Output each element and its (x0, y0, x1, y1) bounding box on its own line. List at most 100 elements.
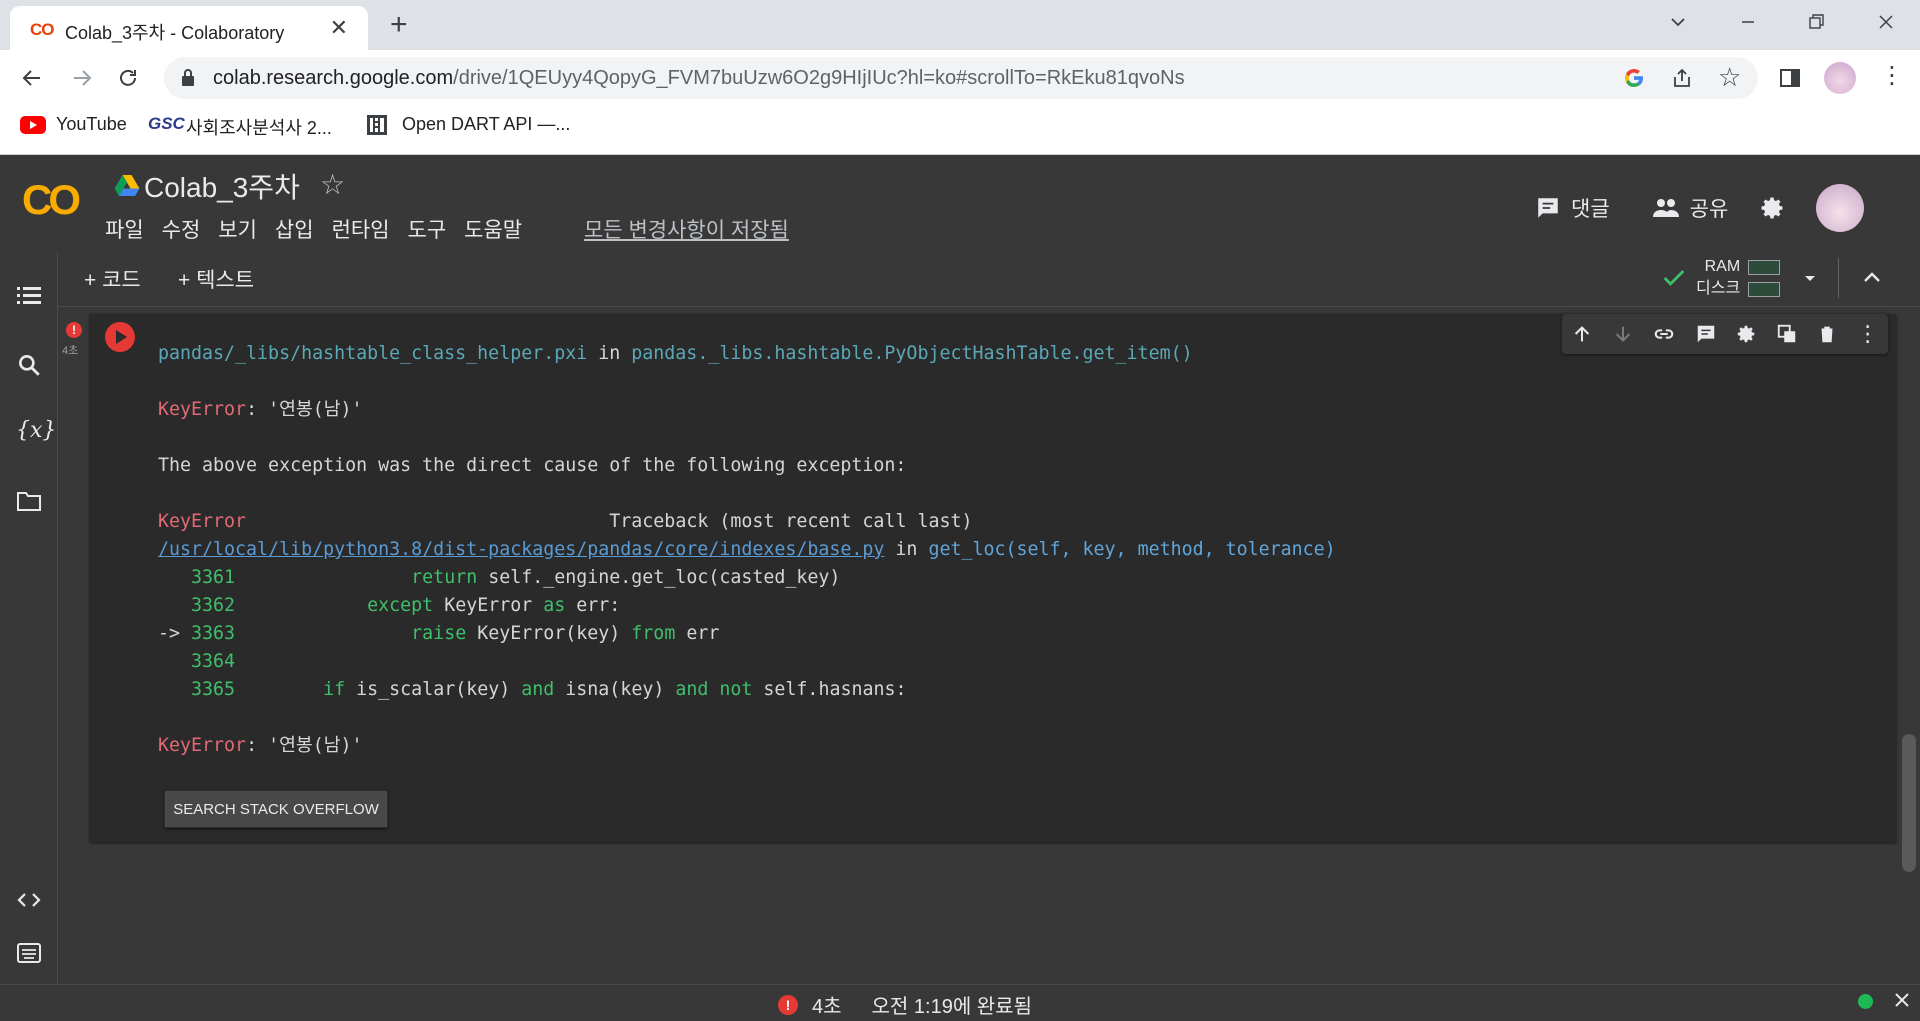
connection-status-dot (1858, 994, 1873, 1009)
colab-favicon-icon: CO (30, 20, 54, 39)
cell-settings-gear-icon[interactable] (1735, 323, 1757, 345)
variables-icon[interactable]: {𝑥} (16, 418, 56, 443)
menu-bar: 파일 수정 보기 삽입 런타임 도구 도움말 (105, 214, 522, 244)
search-icon[interactable] (16, 352, 42, 378)
ram-bar (1748, 259, 1781, 275)
minimize-button[interactable] (1738, 12, 1758, 32)
comment-label: 댓글 (1571, 198, 1610, 221)
menu-file[interactable]: 파일 (105, 214, 144, 244)
traceback-source-path: pandas/_libs/hashtable_class_helper.pxi (158, 343, 588, 364)
share-button[interactable]: 공유 (1652, 193, 1728, 223)
menu-view[interactable]: 보기 (218, 214, 257, 244)
bookmark-star-icon[interactable]: ☆ (1718, 64, 1741, 90)
resources-indicator[interactable]: RAM 디스크 (1696, 256, 1781, 300)
bookmark-youtube[interactable]: YouTube (56, 114, 127, 135)
move-down-arrow-icon[interactable] (1612, 323, 1634, 345)
status-duration: 4초 (812, 996, 842, 1018)
profile-avatar[interactable] (1824, 62, 1856, 94)
move-up-arrow-icon[interactable] (1571, 323, 1593, 345)
add-text-button[interactable]: + 텍스트 (178, 264, 254, 294)
code-text: self.hasnans: (752, 679, 907, 700)
menu-insert[interactable]: 삽입 (275, 214, 314, 244)
folder-icon[interactable] (16, 490, 42, 512)
code-keyword: if (323, 679, 346, 700)
tab-search-chevron-icon[interactable] (1668, 12, 1688, 32)
more-options-icon[interactable]: ⋮ (1857, 321, 1879, 347)
bookmark-open-dart[interactable]: Open DART API —... (402, 114, 570, 135)
url-host: colab.research.google.com (213, 67, 454, 89)
code-snippets-icon[interactable] (16, 890, 42, 910)
code-keyword: as (543, 595, 566, 616)
url-text[interactable]: colab.research.google.com/drive/1QEUyy4Q… (213, 67, 1185, 90)
star-notebook-icon[interactable]: ☆ (320, 168, 345, 201)
traceback-source-func: pandas._libs.hashtable.PyObjectHashTable… (631, 343, 1193, 364)
bookmark-gsc[interactable]: 사회조사분석사 2... (186, 114, 332, 140)
settings-gear-icon[interactable] (1758, 194, 1786, 222)
notebook-title[interactable]: Colab_3주차 (144, 166, 300, 206)
lock-icon[interactable] (180, 68, 196, 88)
menu-runtime[interactable]: 런타임 (332, 214, 390, 244)
google-icon[interactable] (1622, 66, 1646, 90)
people-icon (1652, 197, 1680, 219)
restore-button[interactable] (1806, 12, 1826, 32)
forward-arrow-icon[interactable] (70, 66, 94, 90)
comment-button[interactable]: 댓글 (1535, 193, 1610, 223)
cell-toolbar: ⋮ (1562, 314, 1888, 354)
line-number: 3363 (191, 623, 236, 644)
connected-check-icon (1660, 264, 1688, 292)
menu-edit[interactable]: 수정 (162, 214, 201, 244)
line-arrow (158, 679, 191, 700)
close-status-icon[interactable] (1892, 990, 1912, 1010)
cell-exec-time: 4초 (62, 345, 79, 357)
keyerror-message-2: : '연봉(남)' (246, 735, 363, 756)
notebook-scrollbar[interactable] (1902, 734, 1916, 872)
code-text: isna(key) (554, 679, 676, 700)
save-status-link[interactable]: 모든 변경사항이 저장됨 (584, 214, 789, 244)
line-number: 3364 (191, 651, 236, 672)
collapse-header-chevron-icon[interactable] (1860, 266, 1884, 290)
source-file-link[interactable]: /usr/local/lib/python3.8/dist-packages/p… (158, 539, 884, 560)
run-cell-button[interactable] (105, 322, 135, 352)
keyerror-label: KeyError (158, 399, 247, 420)
dart-icon (366, 114, 388, 136)
line-arrow: -> (158, 623, 192, 644)
share-page-icon[interactable] (1670, 66, 1694, 90)
new-tab-button[interactable]: + (390, 10, 408, 40)
back-arrow-icon[interactable] (20, 66, 44, 90)
delete-cell-icon[interactable] (1816, 323, 1838, 345)
code-keyword: from (631, 623, 676, 644)
colab-logo[interactable]: CO (22, 176, 81, 224)
add-comment-icon[interactable] (1695, 323, 1717, 345)
search-stack-overflow-button[interactable]: SEARCH STACK OVERFLOW (164, 790, 388, 828)
link-icon[interactable] (1652, 323, 1676, 345)
menu-help[interactable]: 도움말 (464, 214, 522, 244)
side-panel-icon[interactable] (1778, 66, 1802, 90)
code-text: self._engine.get_loc(casted_key) (477, 567, 841, 588)
mirror-cell-icon[interactable] (1776, 323, 1798, 345)
command-palette-icon[interactable] (16, 942, 42, 964)
gsc-icon: GSC (148, 114, 185, 133)
menu-tools[interactable]: 도구 (408, 214, 447, 244)
add-code-button[interactable]: + 코드 (84, 264, 141, 294)
code-keyword: except (367, 595, 434, 616)
source-func: get_loc(self, key, method, tolerance) (928, 539, 1336, 560)
code-text: KeyError (433, 595, 544, 616)
close-window-button[interactable] (1876, 12, 1896, 32)
line-number: 3362 (191, 595, 236, 616)
table-of-contents-icon[interactable] (16, 284, 42, 306)
keyerror-label-3: KeyError (158, 735, 247, 756)
execution-status[interactable]: ! 4초 오전 1:19에 완료됨 (778, 990, 1032, 1019)
browser-menu-icon[interactable]: ⋮ (1880, 64, 1904, 88)
tab-close-icon[interactable]: ✕ (330, 15, 348, 41)
code-text: err: (565, 595, 621, 616)
user-avatar[interactable] (1816, 184, 1865, 232)
ram-label: RAM (1704, 258, 1741, 275)
runtime-dropdown-icon[interactable] (1800, 268, 1820, 288)
browser-tab[interactable]: CO Colab_3주차 - Colaboratory ✕ (10, 6, 368, 50)
code-keyword: and (521, 679, 555, 700)
reload-icon[interactable] (116, 66, 140, 90)
